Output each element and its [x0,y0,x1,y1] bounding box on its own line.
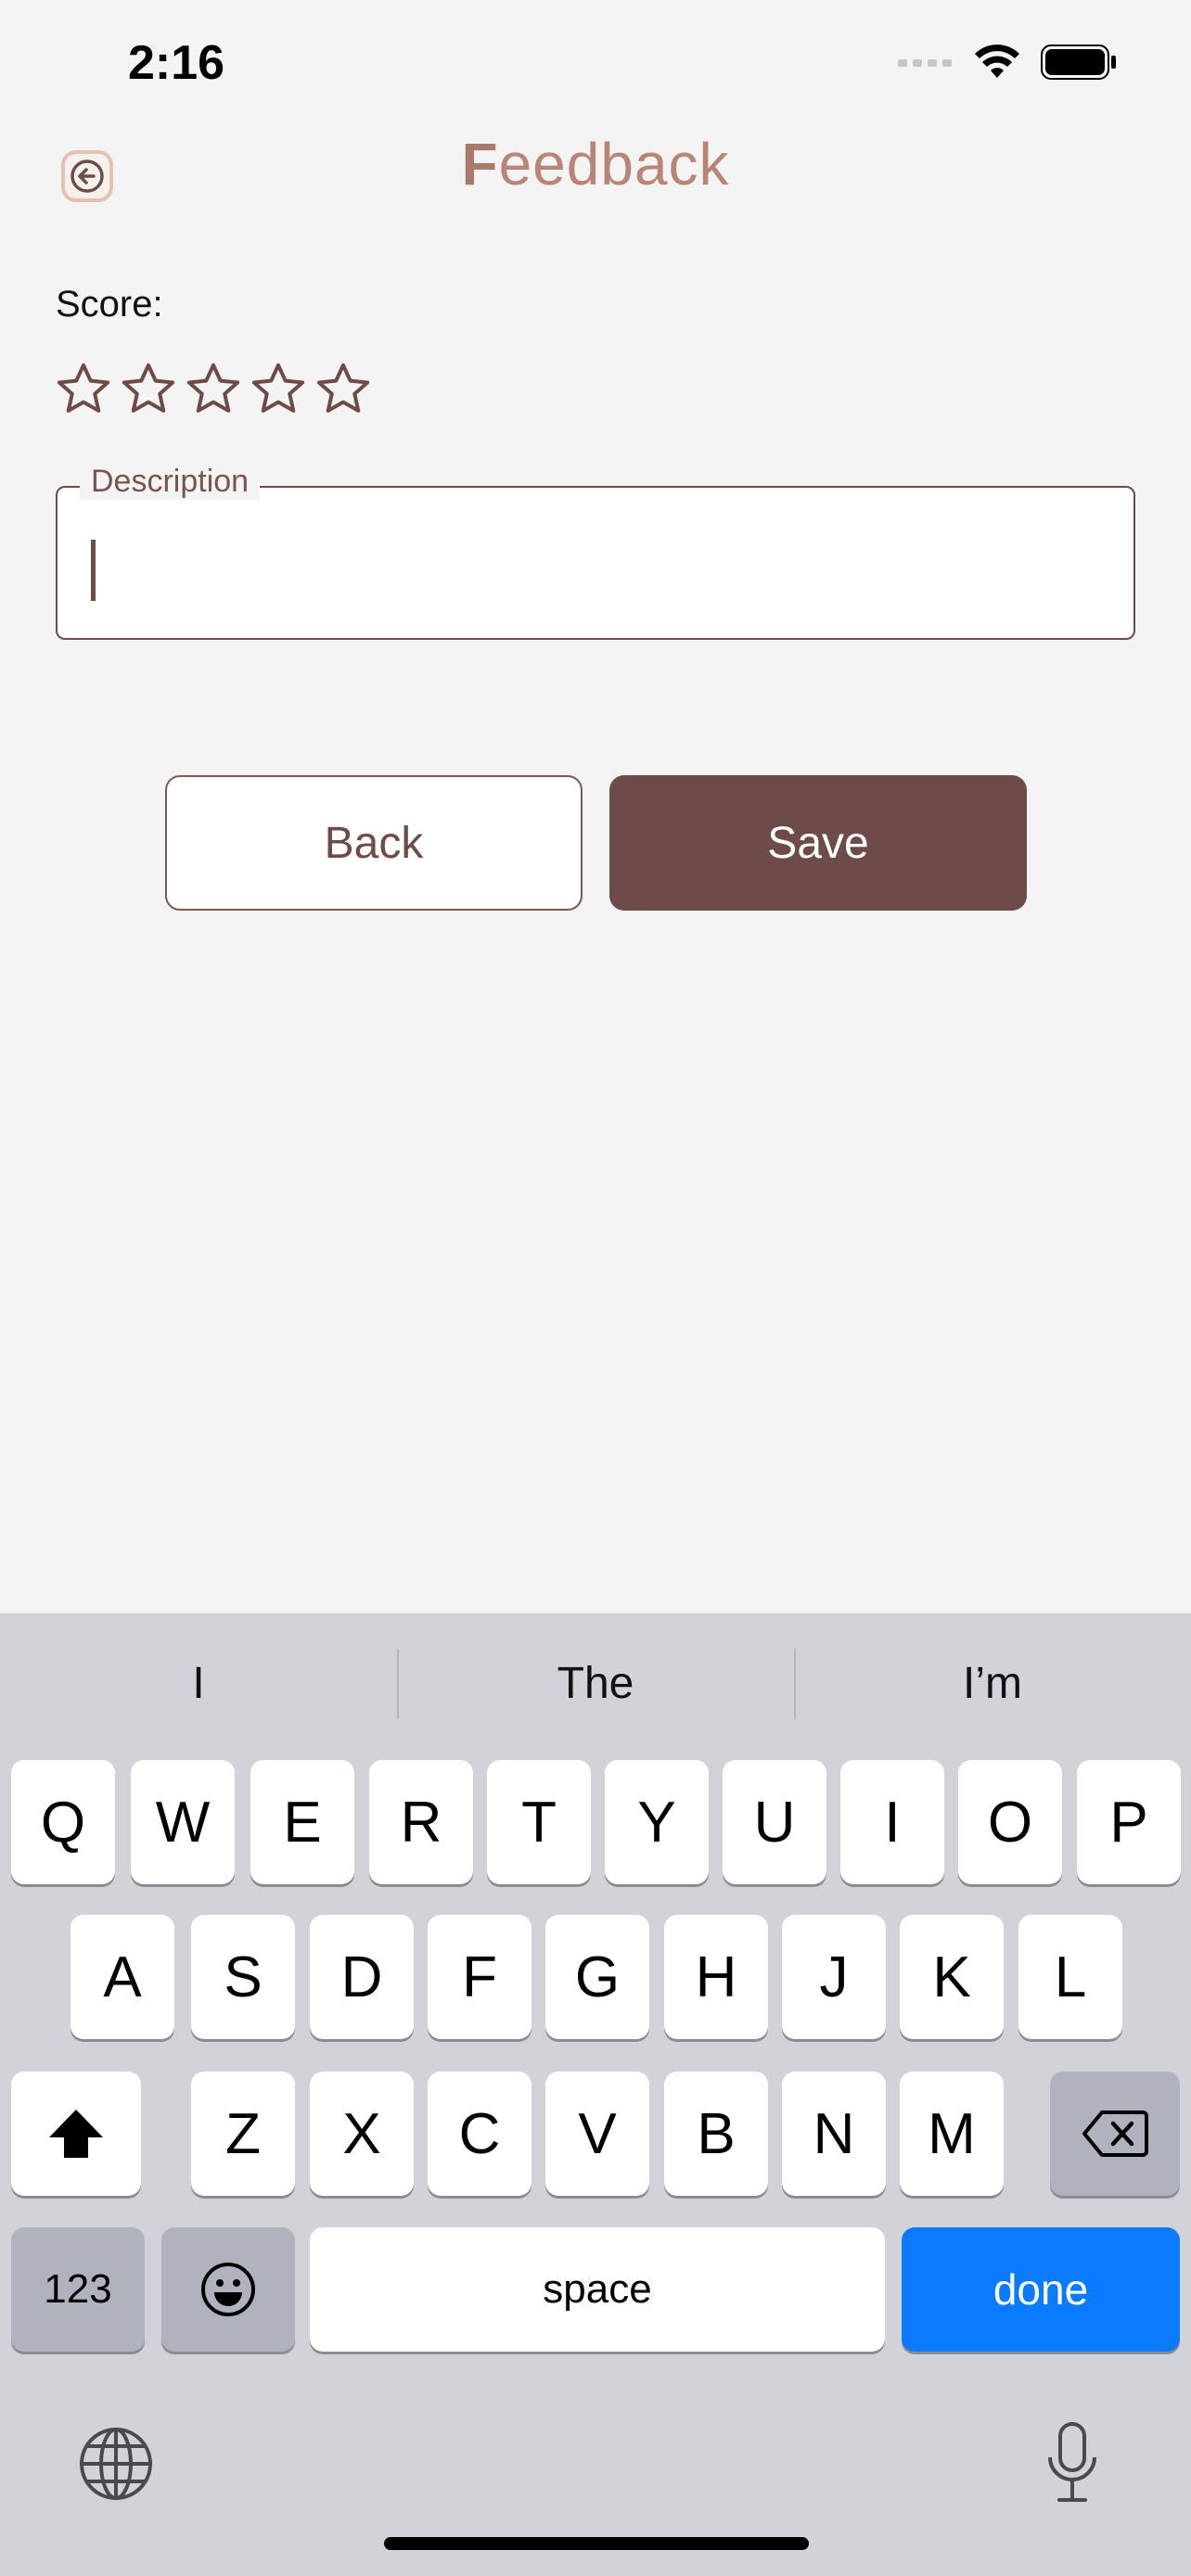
shift-key[interactable] [11,2072,141,2196]
done-key[interactable]: done [902,2227,1180,2352]
key-z[interactable]: Z [191,2072,295,2196]
key-x[interactable]: X [310,2072,414,2196]
key-r[interactable]: R [369,1760,473,1884]
key-e[interactable]: E [250,1760,354,1884]
key-h[interactable]: H [664,1915,768,2039]
suggestion-1[interactable]: I [0,1613,397,1753]
star-icon-2[interactable] [119,360,178,419]
key-i[interactable]: I [840,1760,944,1884]
key-s[interactable]: S [191,1915,295,2039]
key-k[interactable]: K [900,1915,1004,2039]
page-title-initial: F [461,131,499,198]
home-indicator[interactable] [384,2537,809,2550]
key-f[interactable]: F [428,1915,531,2039]
key-b[interactable]: B [664,2072,768,2196]
key-n[interactable]: N [782,2072,886,2196]
star-icon-3[interactable] [184,360,243,419]
back-button[interactable]: Back [165,775,583,911]
key-q[interactable]: Q [11,1760,115,1884]
star-rating[interactable] [54,360,373,419]
key-p[interactable]: P [1077,1760,1181,1884]
key-o[interactable]: O [958,1760,1062,1884]
delete-key[interactable] [1050,2072,1180,2196]
battery-icon [1041,45,1116,80]
globe-icon[interactable] [78,2426,154,2502]
space-key[interactable]: space [310,2227,885,2352]
key-t[interactable]: T [487,1760,591,1884]
suggestion-2[interactable]: The [397,1613,794,1753]
key-a[interactable]: A [70,1915,174,2039]
status-bar: 2:16 [0,0,1191,130]
signal-icon [898,59,952,67]
suggestion-3[interactable]: I’m [794,1613,1191,1753]
key-j[interactable]: J [782,1915,886,2039]
emoji-key[interactable] [161,2227,295,2352]
page-title: Feedback [0,130,1191,198]
backspace-icon [1082,2111,1148,2157]
text-cursor [91,540,96,601]
suggestion-bar: I The I’m [0,1613,1191,1753]
wifi-icon [975,45,1019,78]
numbers-key[interactable]: 123 [11,2227,145,2352]
key-g[interactable]: G [545,1915,649,2039]
star-icon-4[interactable] [249,360,308,419]
emoji-icon [201,2263,255,2316]
status-time: 2:16 [128,36,225,90]
description-label: Description [80,464,261,500]
microphone-icon[interactable] [1044,2420,1100,2506]
key-d[interactable]: D [310,1915,414,2039]
key-w[interactable]: W [131,1760,235,1884]
page-title-rest: eedback [498,131,730,198]
description-field[interactable]: Description [56,464,1135,640]
status-icons [898,45,1117,80]
score-label: Score: [56,284,163,325]
star-icon-5[interactable] [314,360,373,419]
shift-icon [49,2110,103,2158]
key-v[interactable]: V [545,2072,649,2196]
key-m[interactable]: M [900,2072,1004,2196]
save-button[interactable]: Save [609,775,1027,911]
key-c[interactable]: C [428,2072,531,2196]
key-y[interactable]: Y [605,1760,709,1884]
keyboard: I The I’m Q W E R T Y U I O P A S D F G … [0,1613,1191,2576]
key-l[interactable]: L [1018,1915,1122,2039]
star-icon-1[interactable] [54,360,113,419]
key-u[interactable]: U [723,1760,826,1884]
